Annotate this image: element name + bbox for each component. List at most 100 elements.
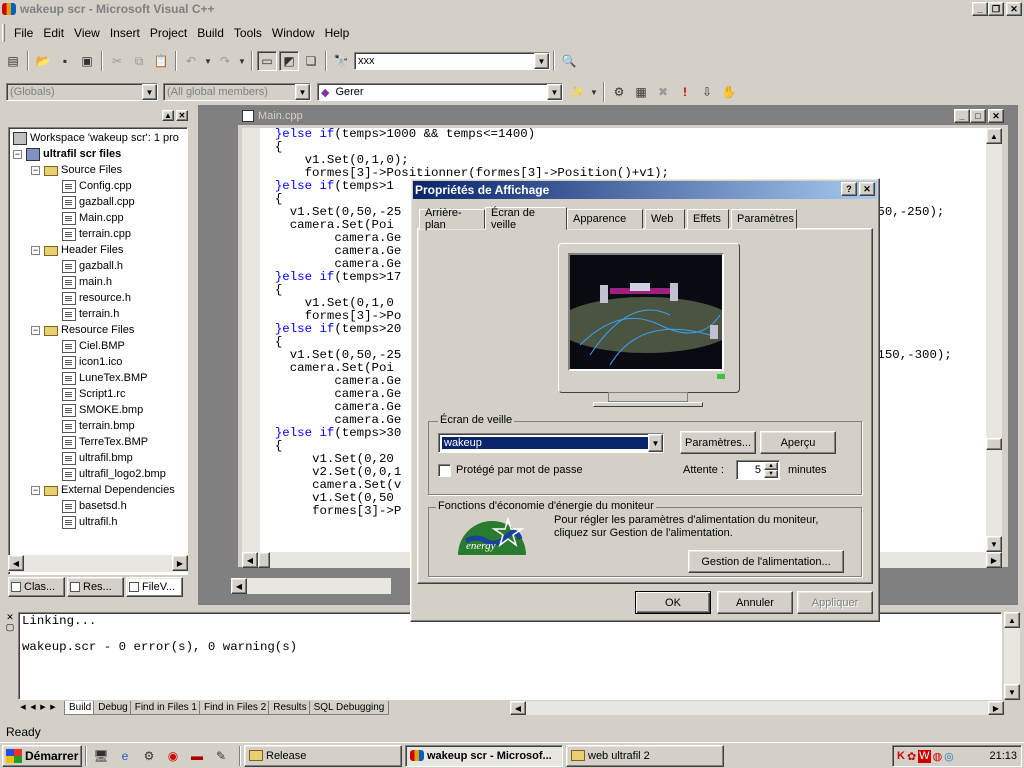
output-tab[interactable]: Build [64,701,97,715]
dialog-tab[interactable]: Apparence [567,209,643,229]
find-combo[interactable]: xxx ▼ [354,52,550,70]
screensaver-select[interactable]: wakeup ▼ [438,433,664,453]
redo-icon[interactable]: ↷ [215,51,235,71]
tree-item[interactable]: Config.cpp [49,178,132,194]
editor-hscroll-thumb[interactable] [258,552,270,568]
dialog-tab[interactable]: Web [645,209,685,229]
tree-item[interactable]: icon1.ico [49,354,122,370]
wait-spinner[interactable]: 5 ▲ ▼ [736,460,780,480]
workspace-tab[interactable]: Res... [67,577,124,597]
tree-item[interactable]: resource.h [49,290,131,306]
collapse-icon[interactable]: − [31,245,40,255]
close-icon[interactable]: ✕ [1006,2,1022,16]
tab-scroll-first-icon[interactable]: ◀ [18,701,28,713]
media-icon[interactable]: ◉ [163,746,183,766]
go-icon[interactable]: ⇩ [697,82,717,102]
menu-window[interactable]: Window [267,26,320,40]
menu-file[interactable]: File [9,26,38,40]
compile-icon[interactable]: ⚙ [609,82,629,102]
restore-icon[interactable]: ❐ [988,2,1004,16]
editor-minimize-icon[interactable]: _ [954,109,970,123]
tree-item[interactable]: Workspace 'wakeup scr': 1 pro [13,130,179,146]
tab-scroll-right-icon[interactable]: ▶ [38,701,48,713]
open-icon[interactable]: 📂 [33,51,53,71]
save-all-icon[interactable]: ▣ [77,51,97,71]
settings-button[interactable]: Paramètres... [680,431,756,454]
tree-item[interactable]: Ciel.BMP [49,338,125,354]
redo-dropdown-icon[interactable]: ▼ [237,51,247,71]
wizard-dropdown-icon[interactable]: ▼ [589,82,599,102]
output-text[interactable]: Linking... wakeup.scr - 0 error(s), 0 war… [18,612,1002,700]
tool-icon[interactable]: ✎ [211,746,231,766]
collapse-icon[interactable]: − [31,485,40,495]
chevron-down-icon[interactable]: ▼ [534,53,549,69]
ie-icon[interactable]: e [115,746,135,766]
tree-item[interactable]: − ultrafil scr files [13,146,121,162]
collapse-icon[interactable]: − [31,165,40,175]
output-tab[interactable]: Find in Files 1 [129,701,202,715]
scroll-up-icon[interactable]: ▲ [1004,612,1020,628]
workspace-icon[interactable]: ▤ [3,51,23,71]
menu-edit[interactable]: Edit [38,26,69,40]
undo-dropdown-icon[interactable]: ▼ [203,51,213,71]
apply-button[interactable]: Appliquer [797,591,873,614]
tree-item[interactable]: terrain.h [49,306,119,322]
task-button[interactable]: web ultrafil 2 [566,744,724,767]
output-tab[interactable]: SQL Debugging [308,701,390,715]
chevron-down-icon[interactable]: ▼ [295,84,310,100]
tree-item[interactable]: ultrafil.bmp [49,450,133,466]
network-icon[interactable]: ◎ [944,750,954,763]
function-combo[interactable]: ◆ Gerer ▼ [317,83,563,101]
output-tab[interactable]: Results [268,701,312,715]
tree-item[interactable]: TerreTex.BMP [49,434,148,450]
menu-tools[interactable]: Tools [229,26,267,40]
task-button[interactable]: Release [244,744,402,767]
ok-button[interactable]: OK [635,591,711,614]
find-in-files-icon[interactable]: 🔭 [331,51,351,71]
scroll-right-icon[interactable]: ▶ [986,552,1002,568]
tree-item[interactable]: − Source Files [31,162,122,178]
tree-item[interactable]: ultrafil.h [49,514,118,530]
tree-item[interactable]: ultrafil_logo2.bmp [49,466,166,482]
panel-minimize-icon[interactable]: ▲ [162,110,174,121]
workspace-tab[interactable]: FileV... [126,577,183,597]
stop-build-icon[interactable]: ✖ [653,82,673,102]
paste-icon[interactable]: 📋 [151,51,171,71]
spin-down-icon[interactable]: ▼ [764,470,778,478]
dialog-tab[interactable]: Effets [687,209,729,229]
output-tab[interactable]: Debug [93,701,133,715]
editor-close-icon[interactable]: ✕ [988,109,1004,123]
cancel-button[interactable]: Annuler [717,591,793,614]
build-icon[interactable]: ▦ [631,82,651,102]
dialog-tab[interactable]: Paramètres [731,209,797,229]
tree-item[interactable]: Main.cpp [49,210,124,226]
scroll-down-icon[interactable]: ▼ [1004,684,1020,700]
scroll-left-icon[interactable]: ◀ [231,578,247,594]
wizard-action-icon[interactable]: ✨ [567,82,587,102]
app-launcher-icon[interactable]: ⚙ [139,746,159,766]
workspace-window-icon[interactable]: ▭ [257,51,277,71]
menu-view[interactable]: View [69,26,105,40]
scroll-left-icon[interactable]: ◀ [8,555,24,571]
members-combo[interactable]: (All global members) ▼ [163,83,311,101]
chevron-down-icon[interactable]: ▼ [547,84,562,100]
output-tab[interactable]: Find in Files 2 [198,701,272,715]
menu-project[interactable]: Project [145,26,192,40]
tree-item[interactable]: − External Dependencies [31,482,175,498]
tree-item[interactable]: gazball.h [49,258,123,274]
scroll-up-icon[interactable]: ▲ [986,128,1002,144]
workspace-tab[interactable]: Clas... [8,577,65,597]
power-management-button[interactable]: Gestion de l'alimentation... [688,550,844,573]
output-window-icon[interactable]: ◩ [279,51,299,71]
tree-item[interactable]: terrain.bmp [49,418,135,434]
mail-icon[interactable]: W [918,749,931,763]
tree-item[interactable]: − Resource Files [31,322,134,338]
scroll-left-icon[interactable]: ◀ [510,701,526,715]
menu-help[interactable]: Help [320,26,355,40]
cut-icon[interactable]: ✂ [107,51,127,71]
scroll-right-icon[interactable]: ▶ [172,555,188,571]
collapse-icon[interactable]: − [13,149,22,159]
tree-item[interactable]: main.h [49,274,112,290]
output-close-icon[interactable]: ✕ ▢ [4,612,16,634]
menu-build[interactable]: Build [192,26,229,40]
